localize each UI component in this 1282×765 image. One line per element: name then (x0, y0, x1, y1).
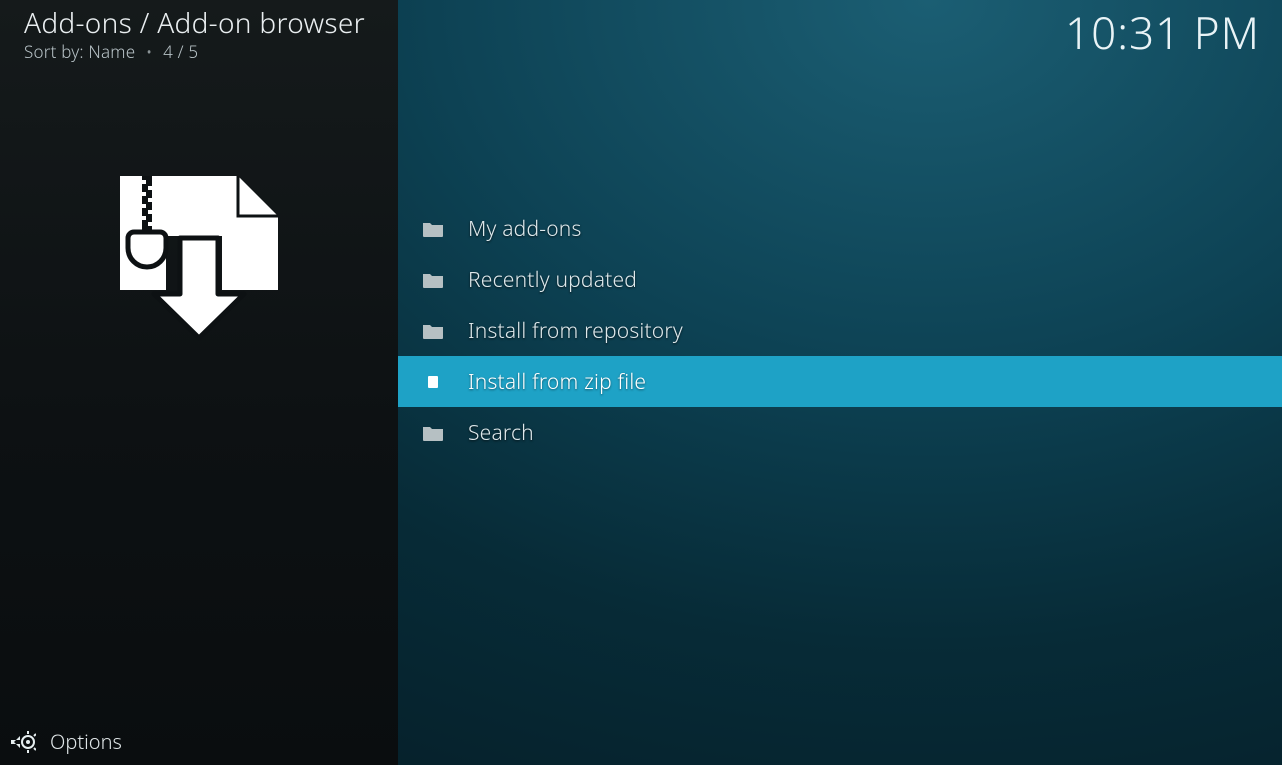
menu-item-label: My add-ons (468, 215, 582, 243)
zip-download-icon (114, 172, 284, 342)
folder-icon (422, 424, 444, 442)
clock: 10:31 PM (1065, 2, 1260, 62)
sort-value: Name (88, 40, 135, 63)
menu-item-install-from-repository[interactable]: Install from repository (398, 305, 1282, 356)
menu-item-recently-updated[interactable]: Recently updated (398, 254, 1282, 305)
list-position: 4 / 5 (163, 40, 198, 63)
options-button[interactable]: Options (10, 728, 122, 755)
menu-item-label: Install from repository (468, 317, 683, 345)
menu-item-label: Recently updated (468, 266, 637, 294)
menu-item-my-addons[interactable]: My add-ons (398, 203, 1282, 254)
folder-icon (422, 271, 444, 289)
menu-list: My add-ons Recently updated Install from… (398, 203, 1282, 458)
folder-icon (422, 322, 444, 340)
menu-item-label: Search (468, 419, 534, 447)
file-icon (422, 373, 444, 391)
separator-dot: • (146, 40, 153, 63)
menu-item-install-from-zip-file[interactable]: Install from zip file (398, 356, 1282, 407)
menu-item-search[interactable]: Search (398, 407, 1282, 458)
sort-line: Sort by: Name • 4 / 5 (24, 40, 198, 63)
sidebar: Add-ons / Add-on browser Sort by: Name •… (0, 0, 398, 765)
menu-item-label: Install from zip file (468, 368, 646, 396)
folder-icon (422, 220, 444, 238)
options-icon (10, 729, 36, 755)
breadcrumb: Add-ons / Add-on browser (24, 4, 365, 42)
main-panel: 10:31 PM My add-ons Recently updated Ins… (398, 0, 1282, 765)
sort-label: Sort by: (24, 40, 84, 63)
options-label: Options (50, 728, 122, 755)
